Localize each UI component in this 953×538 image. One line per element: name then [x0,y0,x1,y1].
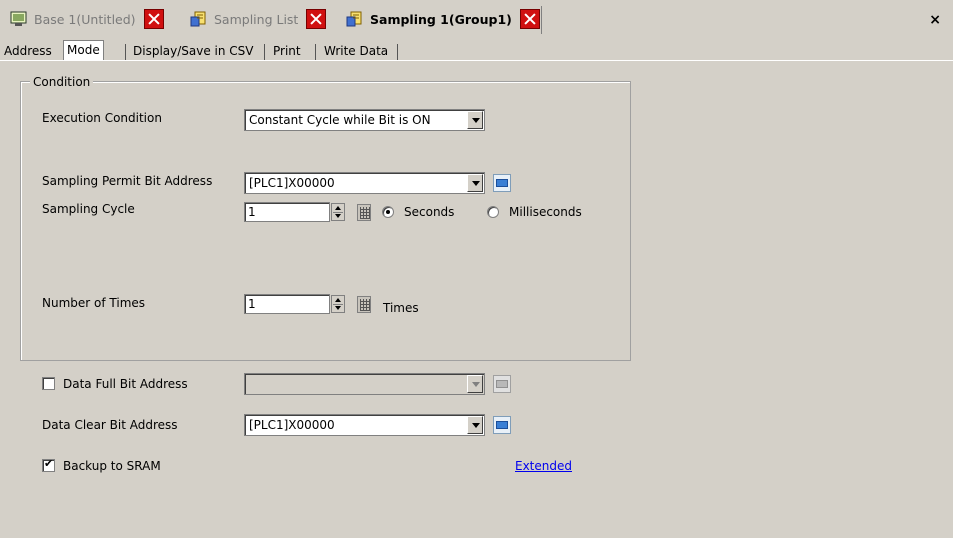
tab-write-data[interactable]: Write Data [321,42,391,60]
tab-divider [264,44,265,60]
permit-bit-value: [PLC1]X00000 [249,176,335,190]
close-icon[interactable] [306,9,327,29]
chevron-down-icon[interactable] [467,111,483,129]
close-icon[interactable] [143,9,164,29]
data-clear-value: [PLC1]X00000 [249,418,335,432]
doc-tab-label: Sampling List [214,11,299,27]
chevron-down-icon[interactable] [467,174,483,192]
data-clear-label: Data Clear Bit Address [42,418,178,432]
number-of-times-label: Number of Times [42,296,146,310]
window-close-icon[interactable]: × [929,12,941,28]
address-input-icon[interactable] [493,416,511,434]
tab-print[interactable]: Print [270,42,304,60]
keypad-icon[interactable] [357,296,371,313]
doc-tab-label: Base 1(Untitled) [34,11,136,27]
spinner-icon[interactable] [331,295,345,313]
data-full-label: Data Full Bit Address [63,377,188,391]
doc-tab-label: Sampling 1(Group1) [370,11,512,27]
screen-icon [10,11,28,27]
data-full-address-select[interactable] [244,373,485,395]
backup-sram-checkbox[interactable] [42,457,55,472]
sampling-icon [346,11,364,27]
tab-divider [125,44,126,60]
doc-tab-sampling1[interactable]: Sampling 1(Group1) [346,8,540,30]
close-icon[interactable] [519,9,540,29]
permit-bit-label: Sampling Permit Bit Address [42,174,213,188]
chevron-down-icon[interactable] [467,416,483,434]
tab-divider [315,44,316,60]
tab-divider [541,6,542,34]
doc-tab-base1[interactable]: Base 1(Untitled) [10,8,164,30]
sampling-icon [190,11,208,27]
execution-condition-value: Constant Cycle while Bit is ON [249,113,431,127]
condition-group-label: Condition [30,75,94,89]
permit-bit-address-select[interactable]: [PLC1]X00000 [244,172,485,194]
data-full-checkbox[interactable] [42,377,55,390]
extended-link[interactable]: Extended [515,459,572,473]
address-input-icon [493,375,511,393]
backup-sram-label: Backup to SRAM [63,459,161,473]
tab-display-save-csv[interactable]: Display/Save in CSV [130,42,257,60]
tab-mode[interactable]: Mode [63,40,104,61]
radio-seconds[interactable] [382,206,394,218]
document-tab-bar: Base 1(Untitled) Sampling List Sampling … [0,0,953,38]
address-input-icon[interactable] [493,174,511,192]
chevron-down-icon [467,375,483,393]
keypad-icon[interactable] [357,204,371,221]
spinner-icon[interactable] [331,203,345,221]
sampling-cycle-label: Sampling Cycle [42,202,135,216]
execution-condition-select[interactable]: Constant Cycle while Bit is ON [244,109,485,131]
sampling-cycle-input[interactable]: 1 [244,202,330,222]
tab-divider [397,44,398,60]
sub-tab-bar: Address Mode Display/Save in CSV Print W… [0,38,953,61]
seconds-label: Seconds [404,205,455,219]
number-of-times-input[interactable]: 1 [244,294,330,314]
tab-underline [0,60,953,61]
tab-address[interactable]: Address [1,42,55,60]
doc-tab-sampling-list[interactable]: Sampling List [190,8,327,30]
number-of-times-value: 1 [248,297,256,311]
radio-milliseconds[interactable] [487,206,499,218]
sampling-cycle-value: 1 [248,205,256,219]
milliseconds-label: Milliseconds [509,205,582,219]
data-clear-address-select[interactable]: [PLC1]X00000 [244,414,485,436]
times-unit-label: Times [383,301,419,315]
execution-condition-label: Execution Condition [42,111,162,125]
